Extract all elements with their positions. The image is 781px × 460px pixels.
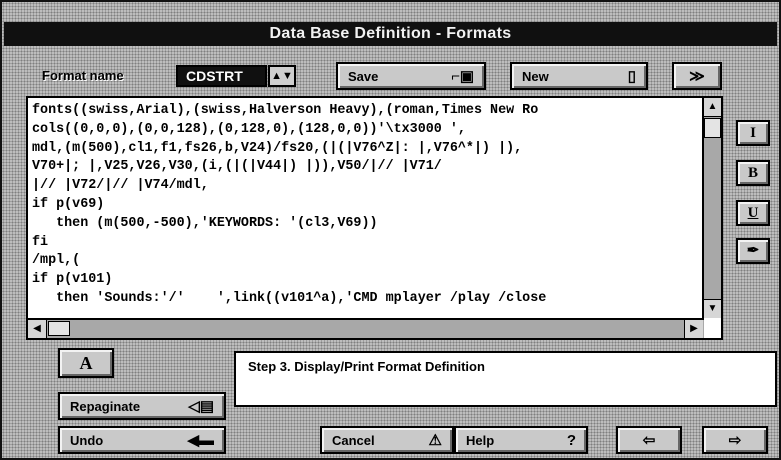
cancel-label: Cancel (332, 432, 375, 448)
code-line[interactable]: cols((0,0,0),(0,0,128),(0,128,0),(128,0,… (32, 121, 702, 140)
next-button[interactable]: ⇨ (702, 426, 768, 454)
font-button[interactable]: A (58, 348, 114, 378)
undo-arrow-icon: ◀▬ (187, 431, 214, 449)
code-line[interactable]: if p(v69) (32, 196, 702, 215)
bold-button[interactable]: B (736, 160, 770, 186)
scroll-right-icon[interactable]: ▶ (684, 320, 703, 338)
save-button[interactable]: Save ⌐▣ (336, 62, 486, 90)
vertical-scroll-thumb[interactable] (704, 118, 721, 138)
format-definition-window: Data Base Definition - Formats Format na… (0, 0, 781, 460)
code-line[interactable]: then (m(500,-500),'KEYWORDS: '(cl3,V69)) (32, 215, 702, 234)
save-button-label: Save (348, 68, 379, 84)
new-button[interactable]: New ▯ (510, 62, 648, 90)
double-arrow-icon: ≫ (689, 67, 705, 85)
forward-button[interactable]: ≫ (672, 62, 722, 90)
cancel-button[interactable]: Cancel ⚠ (320, 426, 454, 454)
code-line[interactable]: then 'Sounds:'/' ',link((v101^a),'CMD mp… (32, 290, 702, 309)
left-arrow-icon: ⇦ (642, 431, 656, 449)
code-line[interactable]: if p(v101) (32, 271, 702, 290)
repaginate-label: Repaginate (70, 398, 141, 414)
code-line[interactable]: fonts((swiss,Arial),(swiss,Halverson Hea… (32, 102, 702, 121)
code-line[interactable]: V70+|; |,V25,V26,V30,(i,(|(|V44|) |)),V5… (32, 158, 702, 177)
pen-icon[interactable]: ✒ (736, 238, 770, 264)
scroll-down-icon[interactable]: ▼ (704, 299, 721, 318)
help-button[interactable]: Help ? (454, 426, 588, 454)
new-button-label: New (522, 68, 549, 84)
status-text: Step 3. Display/Print Format Definition (234, 351, 777, 407)
undo-label: Undo (70, 432, 104, 448)
underline-button[interactable]: U (736, 200, 770, 226)
scroll-up-icon[interactable]: ▲ (704, 98, 721, 117)
italic-button[interactable]: I (736, 120, 770, 146)
horizontal-scroll-thumb[interactable] (48, 321, 70, 336)
repaginate-icon: ◁▤ (188, 397, 214, 415)
window-title: Data Base Definition - Formats (4, 22, 777, 46)
help-label: Help (466, 432, 495, 448)
horizontal-scrollbar[interactable]: ◀ ▶ (28, 318, 704, 338)
format-code-text[interactable]: fonts((swiss,Arial),(swiss,Halverson Hea… (32, 102, 702, 316)
floppy-icon: ⌐▣ (451, 67, 474, 85)
previous-button[interactable]: ⇦ (616, 426, 682, 454)
scroll-left-icon[interactable]: ◀ (28, 320, 47, 338)
code-line[interactable]: |// |V72/|// |V74/mdl, (32, 177, 702, 196)
format-editor[interactable]: fonts((swiss,Arial),(swiss,Halverson Hea… (26, 96, 723, 340)
format-name-field[interactable]: CDSTRT (176, 65, 267, 87)
document-icon: ▯ (627, 67, 636, 85)
undo-button[interactable]: Undo ◀▬ (58, 426, 226, 454)
repaginate-button[interactable]: Repaginate ◁▤ (58, 392, 226, 420)
right-arrow-icon: ⇨ (728, 431, 742, 449)
code-line[interactable]: /mpl,( (32, 252, 702, 271)
code-line[interactable]: fi (32, 234, 702, 253)
question-icon: ? (566, 431, 576, 449)
warning-icon: ⚠ (428, 431, 442, 449)
code-line[interactable]: mdl,(m(500),cl1,f1,fs26,b,V24)/fs20,(|(|… (32, 140, 702, 159)
vertical-scrollbar[interactable]: ▲ ▼ (702, 98, 721, 318)
format-name-label: Format name (42, 68, 124, 83)
format-name-spinner[interactable]: ▲▼ (268, 65, 296, 87)
spinner-arrows-icon: ▲▼ (271, 70, 293, 82)
